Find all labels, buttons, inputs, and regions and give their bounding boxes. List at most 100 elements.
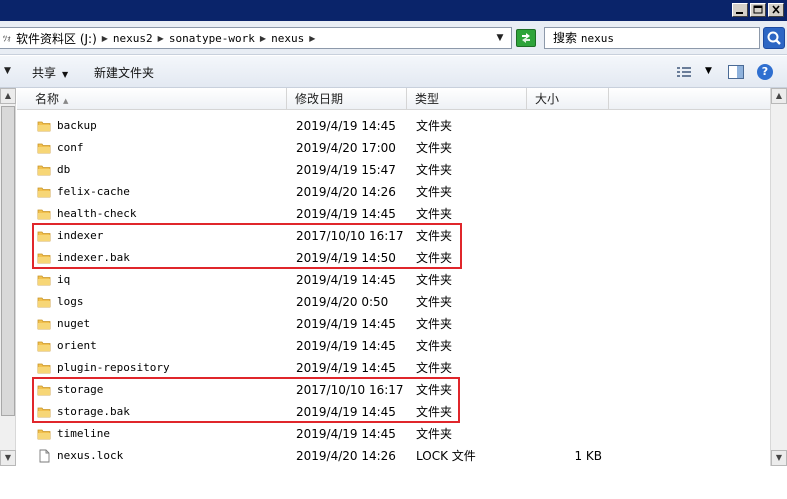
- list-item[interactable]: backup 2019/4/19 14:45 文件夹: [17, 115, 770, 137]
- file-size: [530, 247, 602, 269]
- file-size: [530, 313, 602, 335]
- help-icon[interactable]: ?: [757, 64, 773, 80]
- file-name: storage: [57, 383, 104, 396]
- list-item[interactable]: indexer 2017/10/10 16:17 文件夹: [17, 225, 770, 247]
- file-date: 2017/10/10 16:17: [296, 229, 404, 243]
- file-name: conf: [57, 141, 84, 154]
- breadcrumb-chevron-icon[interactable]: ▶: [306, 34, 318, 43]
- file-size: [530, 181, 602, 203]
- list-item[interactable]: plugin-repository 2019/4/19 14:45 文件夹: [17, 357, 770, 379]
- file-size: [530, 357, 602, 379]
- file-date: 2019/4/19 14:45: [296, 273, 396, 287]
- list-item[interactable]: timeline 2019/4/19 14:45 文件夹: [17, 423, 770, 445]
- left-pane-scrollbar[interactable]: ▲ ▼: [0, 88, 16, 466]
- list-item[interactable]: conf 2019/4/20 17:00 文件夹: [17, 137, 770, 159]
- file-name: storage.bak: [57, 405, 130, 418]
- column-name-label: 名称: [35, 92, 60, 106]
- file-size: [530, 115, 602, 137]
- scroll-thumb[interactable]: [1, 106, 15, 416]
- scroll-up-arrow-icon[interactable]: ▲: [0, 88, 16, 104]
- breadcrumb-chevron-icon[interactable]: ▶: [99, 34, 111, 43]
- address-row: ﾂｫ 软件资料区 (J:) ▶ nexus2 ▶ sonatype-work ▶…: [0, 21, 787, 55]
- list-item[interactable]: felix-cache 2019/4/20 14:26 文件夹: [17, 181, 770, 203]
- command-toolbar: ▼ 共享 ▼ 新建文件夹 ▼ ?: [0, 56, 787, 88]
- column-header-modified[interactable]: 修改日期: [287, 88, 407, 110]
- list-item[interactable]: indexer.bak 2019/4/19 14:50 文件夹: [17, 247, 770, 269]
- minimize-icon: [736, 12, 743, 14]
- file-name: db: [57, 163, 71, 176]
- column-header-name[interactable]: 名称 ▲: [17, 88, 287, 110]
- file-type: 文件夹: [416, 185, 453, 199]
- file-date: 2019/4/20 14:26: [296, 449, 396, 463]
- file-type: 文件夹: [416, 405, 453, 419]
- refresh-button[interactable]: [516, 29, 536, 47]
- close-button[interactable]: [768, 3, 784, 17]
- sort-ascending-icon: ▲: [63, 97, 69, 105]
- scroll-up-arrow-icon[interactable]: ▲: [771, 88, 787, 104]
- breadcrumb-drive[interactable]: 软件资料区 (J:): [14, 30, 99, 47]
- preview-pane-icon[interactable]: [728, 65, 744, 79]
- column-header-type[interactable]: 类型: [407, 88, 527, 110]
- search-icon: [767, 31, 781, 45]
- file-name: iq: [57, 273, 71, 286]
- minimize-button[interactable]: [732, 3, 748, 17]
- breadcrumb-sonatype-work[interactable]: sonatype-work: [167, 32, 257, 45]
- file-type: 文件夹: [416, 317, 453, 331]
- maximize-button[interactable]: [750, 3, 766, 17]
- file-date: 2019/4/19 14:45: [296, 339, 396, 353]
- file-type: 文件夹: [416, 361, 453, 375]
- file-date: 2019/4/20 14:26: [296, 185, 396, 199]
- breadcrumb-overflow-chevron-icon[interactable]: ﾂｫ: [0, 33, 14, 44]
- list-item[interactable]: iq 2019/4/19 14:45 文件夹: [17, 269, 770, 291]
- organize-caret-icon[interactable]: ▼: [4, 66, 11, 76]
- file-date: 2019/4/19 14:45: [296, 207, 396, 221]
- file-name: indexer.bak: [57, 251, 130, 264]
- list-item[interactable]: nexus.lock 2019/4/20 14:26 LOCK 文件 1 KB: [17, 445, 770, 467]
- file-name: backup: [57, 119, 97, 132]
- list-item[interactable]: storage.bak 2019/4/19 14:45 文件夹: [17, 401, 770, 423]
- view-options-caret-icon[interactable]: ▼: [705, 66, 712, 76]
- search-input[interactable]: 搜索 nexus: [544, 27, 760, 49]
- breadcrumb-nexus[interactable]: nexus: [269, 32, 306, 45]
- file-list-scrollbar[interactable]: ▲ ▼: [770, 88, 787, 466]
- file-type: 文件夹: [416, 163, 453, 177]
- refresh-icon: [522, 33, 530, 43]
- scroll-down-arrow-icon[interactable]: ▼: [0, 450, 16, 466]
- file-size: [530, 401, 602, 423]
- file-name: timeline: [57, 427, 110, 440]
- column-header-size[interactable]: 大小: [527, 88, 609, 110]
- search-button[interactable]: [763, 27, 785, 49]
- file-size: [530, 291, 602, 313]
- share-button[interactable]: 共享 ▼: [32, 64, 68, 81]
- list-item[interactable]: logs 2019/4/20 0:50 文件夹: [17, 291, 770, 313]
- scroll-down-arrow-icon[interactable]: ▼: [771, 450, 787, 466]
- maximize-icon: [753, 5, 763, 14]
- list-item[interactable]: nuget 2019/4/19 14:45 文件夹: [17, 313, 770, 335]
- search-placeholder-target: nexus: [580, 32, 614, 45]
- file-type: 文件夹: [416, 339, 453, 353]
- file-date: 2019/4/20 0:50: [296, 295, 389, 309]
- change-view-icon[interactable]: [676, 65, 692, 79]
- file-size: [530, 423, 602, 445]
- file-name: nuget: [57, 317, 91, 330]
- file-type: LOCK 文件: [416, 449, 476, 463]
- column-header: 名称 ▲ 修改日期 类型 大小: [17, 88, 770, 110]
- file-name: felix-cache: [57, 185, 130, 198]
- file-name: plugin-repository: [57, 361, 170, 374]
- breadcrumb-chevron-icon[interactable]: ▶: [257, 34, 269, 43]
- share-caret-icon: ▼: [62, 70, 69, 79]
- list-item[interactable]: orient 2019/4/19 14:45 文件夹: [17, 335, 770, 357]
- file-type: 文件夹: [416, 251, 453, 265]
- list-item[interactable]: health-check 2019/4/19 14:45 文件夹: [17, 203, 770, 225]
- file-type: 文件夹: [416, 119, 453, 133]
- list-item[interactable]: storage 2017/10/10 16:17 文件夹: [17, 379, 770, 401]
- address-bar[interactable]: ﾂｫ 软件资料区 (J:) ▶ nexus2 ▶ sonatype-work ▶…: [0, 27, 512, 49]
- file-type: 文件夹: [416, 207, 453, 221]
- file-date: 2019/4/19 14:45: [296, 119, 396, 133]
- list-item[interactable]: db 2019/4/19 15:47 文件夹: [17, 159, 770, 181]
- breadcrumb-chevron-icon[interactable]: ▶: [155, 34, 167, 43]
- new-folder-button[interactable]: 新建文件夹: [94, 64, 154, 81]
- breadcrumb-nexus2[interactable]: nexus2: [111, 32, 155, 45]
- file-date: 2019/4/19 14:45: [296, 317, 396, 331]
- address-history-dropdown-button[interactable]: ▼: [492, 30, 508, 46]
